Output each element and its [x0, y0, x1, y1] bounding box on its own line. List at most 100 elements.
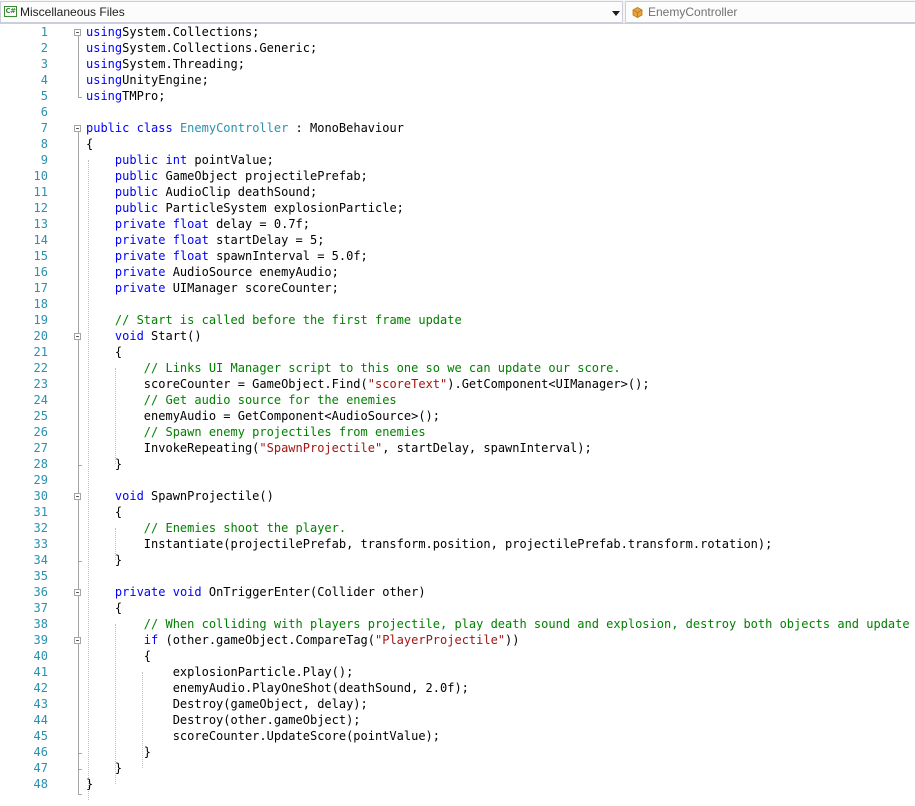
- code-line[interactable]: 14 private float startDelay = 5;: [0, 232, 915, 248]
- code-line[interactable]: 43 Destroy(gameObject, delay);: [0, 696, 915, 712]
- code-line[interactable]: 40 {: [0, 648, 915, 664]
- code-text[interactable]: {: [86, 344, 122, 360]
- code-line[interactable]: 31 {: [0, 504, 915, 520]
- line-number: 30: [33, 489, 48, 503]
- code-editor[interactable]: 1 usingSystem.Collections; 2 usingSystem.Co…: [0, 24, 915, 806]
- code-text[interactable]: void Start(): [86, 328, 202, 344]
- code-line[interactable]: 29: [0, 472, 915, 488]
- code-line[interactable]: 26 // Spawn enemy projectiles from enemi…: [0, 424, 915, 440]
- code-line[interactable]: 10 public GameObject projectilePrefab;: [0, 168, 915, 184]
- code-line[interactable]: 38 // When colliding with players projec…: [0, 616, 915, 632]
- code-line[interactable]: 36 private void OnTriggerEnter(Collider …: [0, 584, 915, 600]
- code-text[interactable]: public AudioClip deathSound;: [86, 184, 317, 200]
- code-text[interactable]: explosionParticle.Play();: [86, 664, 354, 680]
- code-line[interactable]: 24 // Get audio source for the enemies: [0, 392, 915, 408]
- code-text[interactable]: }: [86, 552, 122, 568]
- code-text[interactable]: usingSystem.Collections.Generic;: [86, 40, 317, 56]
- code-text[interactable]: Instantiate(projectilePrefab, transform.…: [86, 536, 773, 552]
- code-text[interactable]: }: [86, 744, 151, 760]
- code-line[interactable]: 5 usingTMPro;: [0, 88, 915, 104]
- code-line[interactable]: 1 usingSystem.Collections;: [0, 24, 915, 40]
- code-text[interactable]: usingTMPro;: [86, 88, 165, 104]
- code-text[interactable]: {: [86, 600, 122, 616]
- code-text[interactable]: private UIManager scoreCounter;: [86, 280, 339, 296]
- code-text[interactable]: public GameObject projectilePrefab;: [86, 168, 368, 184]
- code-line[interactable]: 6: [0, 104, 915, 120]
- code-line[interactable]: 21 {: [0, 344, 915, 360]
- code-text[interactable]: if (other.gameObject.CompareTag("PlayerP…: [86, 632, 520, 648]
- code-line[interactable]: 20 void Start(): [0, 328, 915, 344]
- code-line[interactable]: 9 public int pointValue;: [0, 152, 915, 168]
- code-text[interactable]: enemyAudio.PlayOneShot(deathSound, 2.0f)…: [86, 680, 469, 696]
- code-text[interactable]: // Spawn enemy projectiles from enemies: [86, 424, 426, 440]
- code-text[interactable]: InvokeRepeating("SpawnProjectile", start…: [86, 440, 592, 456]
- code-line[interactable]: 7 public class EnemyController : MonoBeha…: [0, 120, 915, 136]
- code-line[interactable]: 22 // Links UI Manager script to this on…: [0, 360, 915, 376]
- code-line[interactable]: 3 usingSystem.Threading;: [0, 56, 915, 72]
- code-text[interactable]: private float spawnInterval = 5.0f;: [86, 248, 368, 264]
- code-line[interactable]: 4 usingUnityEngine;: [0, 72, 915, 88]
- code-line[interactable]: 44 Destroy(other.gameObject);: [0, 712, 915, 728]
- code-text[interactable]: public int pointValue;: [86, 152, 274, 168]
- code-line[interactable]: 13 private float delay = 0.7f;: [0, 216, 915, 232]
- code-token: scoreCounter = GameObject.Find(: [86, 377, 368, 391]
- code-line[interactable]: 42 enemyAudio.PlayOneShot(deathSound, 2.…: [0, 680, 915, 696]
- code-text[interactable]: }: [86, 456, 122, 472]
- code-text[interactable]: public class EnemyController : MonoBehav…: [86, 120, 404, 136]
- code-line[interactable]: 30 void SpawnProjectile(): [0, 488, 915, 504]
- code-text[interactable]: // When colliding with players projectil…: [86, 616, 915, 632]
- code-line[interactable]: 33 Instantiate(projectilePrefab, transfo…: [0, 536, 915, 552]
- code-line[interactable]: 27 InvokeRepeating("SpawnProjectile", st…: [0, 440, 915, 456]
- code-line[interactable]: 48}: [0, 776, 915, 792]
- code-line[interactable]: 34 }: [0, 552, 915, 568]
- code-text[interactable]: {: [86, 504, 122, 520]
- code-line[interactable]: 32 // Enemies shoot the player.: [0, 520, 915, 536]
- code-text[interactable]: private float startDelay = 5;: [86, 232, 325, 248]
- code-text[interactable]: // Enemies shoot the player.: [86, 520, 346, 536]
- code-line[interactable]: 17 private UIManager scoreCounter;: [0, 280, 915, 296]
- code-text[interactable]: usingSystem.Threading;: [86, 56, 245, 72]
- code-line[interactable]: 12 public ParticleSystem explosionPartic…: [0, 200, 915, 216]
- code-text[interactable]: scoreCounter = GameObject.Find("scoreTex…: [86, 376, 650, 392]
- code-text[interactable]: void SpawnProjectile(): [86, 488, 274, 504]
- code-line[interactable]: 39 if (other.gameObject.CompareTag("Play…: [0, 632, 915, 648]
- code-text[interactable]: }: [86, 760, 122, 776]
- code-text[interactable]: public ParticleSystem explosionParticle;: [86, 200, 404, 216]
- code-line[interactable]: 28 }: [0, 456, 915, 472]
- code-line[interactable]: 23 scoreCounter = GameObject.Find("score…: [0, 376, 915, 392]
- code-line[interactable]: 18: [0, 296, 915, 312]
- chevron-down-icon[interactable]: [612, 11, 620, 16]
- code-text[interactable]: usingSystem.Collections;: [86, 24, 259, 40]
- line-number: 8: [40, 137, 48, 151]
- project-dropdown[interactable]: C# Miscellaneous Files: [0, 1, 623, 23]
- code-line[interactable]: 41 explosionParticle.Play();: [0, 664, 915, 680]
- code-text[interactable]: enemyAudio = GetComponent<AudioSource>()…: [86, 408, 440, 424]
- code-line[interactable]: 25 enemyAudio = GetComponent<AudioSource…: [0, 408, 915, 424]
- code-text[interactable]: Destroy(gameObject, delay);: [86, 696, 368, 712]
- code-line[interactable]: 46 }: [0, 744, 915, 760]
- code-line[interactable]: 16 private AudioSource enemyAudio;: [0, 264, 915, 280]
- code-text[interactable]: // Get audio source for the enemies: [86, 392, 397, 408]
- code-line[interactable]: 47 }: [0, 760, 915, 776]
- code-text[interactable]: {: [86, 648, 151, 664]
- code-line[interactable]: 11 public AudioClip deathSound;: [0, 184, 915, 200]
- code-text[interactable]: Destroy(other.gameObject);: [86, 712, 361, 728]
- code-line[interactable]: 15 private float spawnInterval = 5.0f;: [0, 248, 915, 264]
- code-text[interactable]: // Links UI Manager script to this one s…: [86, 360, 621, 376]
- code-text[interactable]: private void OnTriggerEnter(Collider oth…: [86, 584, 426, 600]
- code-line[interactable]: 2 usingSystem.Collections.Generic;: [0, 40, 915, 56]
- code-text[interactable]: }: [86, 776, 93, 792]
- code-line[interactable]: 19 // Start is called before the first f…: [0, 312, 915, 328]
- code-line[interactable]: 37 {: [0, 600, 915, 616]
- code-text[interactable]: private float delay = 0.7f;: [86, 216, 310, 232]
- code-text[interactable]: {: [86, 136, 93, 152]
- code-text[interactable]: usingUnityEngine;: [86, 72, 209, 88]
- code-line[interactable]: 45 scoreCounter.UpdateScore(pointValue);: [0, 728, 915, 744]
- type-dropdown[interactable]: EnemyController: [625, 1, 915, 23]
- code-text[interactable]: scoreCounter.UpdateScore(pointValue);: [86, 728, 440, 744]
- code-text[interactable]: private AudioSource enemyAudio;: [86, 264, 339, 280]
- code-text[interactable]: // Start is called before the first fram…: [86, 312, 462, 328]
- code-line[interactable]: 35: [0, 568, 915, 584]
- code-line[interactable]: 8{: [0, 136, 915, 152]
